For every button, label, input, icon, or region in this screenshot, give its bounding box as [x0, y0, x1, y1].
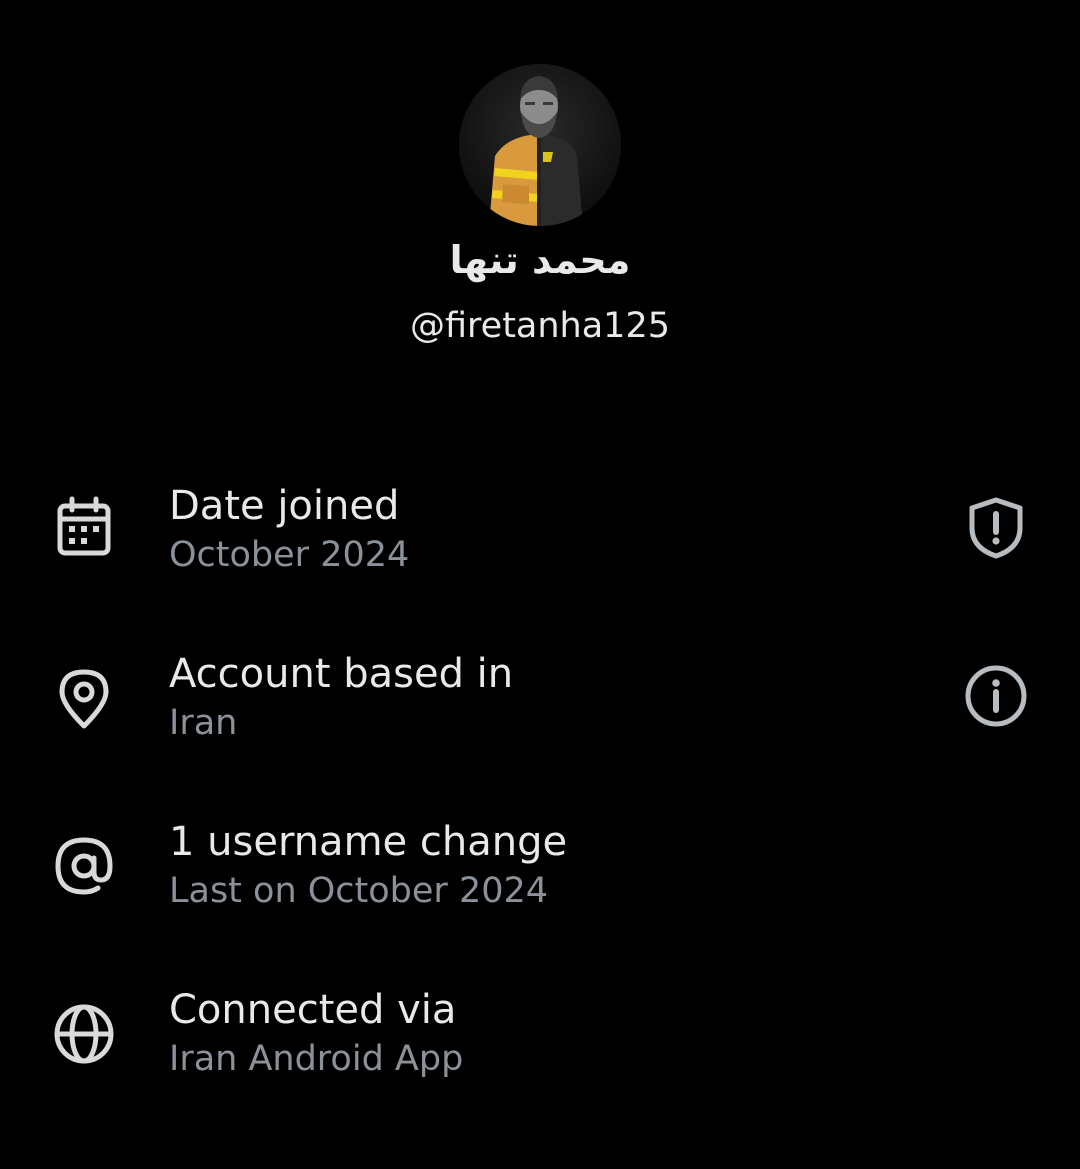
row-title: 1 username change	[169, 819, 568, 865]
row-subtitle: Iran	[169, 703, 238, 743]
username-handle: @firetanha125	[410, 306, 670, 346]
row-title: Connected via	[169, 987, 457, 1033]
profile-header: محمد تنها @firetanha125	[0, 0, 1080, 400]
info-row-username-change: 1 username change Last on October 2024	[0, 806, 1080, 936]
location-pin-icon	[50, 664, 118, 732]
row-subtitle: Iran Android App	[169, 1039, 464, 1079]
shield-alert-icon[interactable]	[960, 492, 1032, 564]
display-name: محمد تنها	[449, 238, 631, 282]
at-sign-icon	[50, 832, 118, 900]
avatar[interactable]	[459, 64, 621, 226]
calendar-icon	[50, 495, 118, 563]
row-title: Date joined	[169, 483, 400, 529]
avatar-image	[459, 64, 621, 226]
info-row-connected-via: Connected via Iran Android App	[0, 974, 1080, 1104]
info-row-date-joined: Date joined October 2024	[0, 470, 1080, 600]
info-row-account-based-in: Account based in Iran	[0, 638, 1080, 768]
info-icon[interactable]	[960, 660, 1032, 732]
row-title: Account based in	[169, 651, 514, 697]
globe-icon	[50, 1000, 118, 1068]
row-subtitle: Last on October 2024	[169, 871, 549, 911]
row-subtitle: October 2024	[169, 535, 410, 575]
